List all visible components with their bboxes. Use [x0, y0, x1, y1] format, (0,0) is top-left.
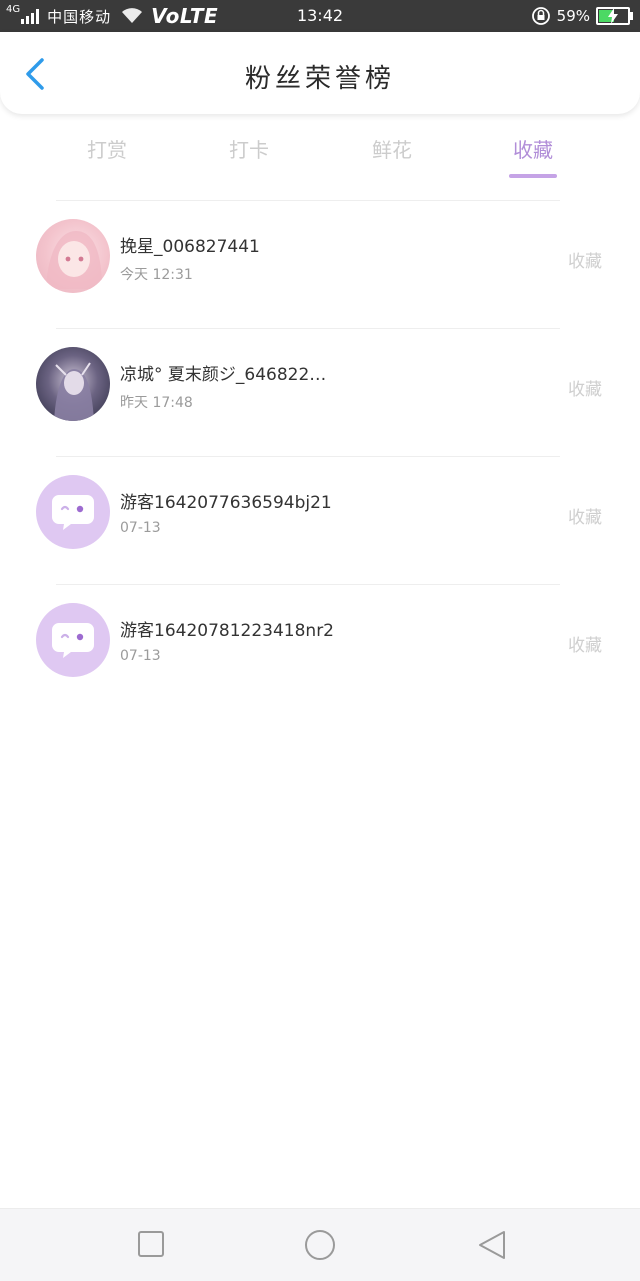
- avatar[interactable]: [36, 219, 110, 293]
- home-circle-icon[interactable]: [302, 1229, 338, 1261]
- pink-anime-avatar-icon: [46, 231, 102, 289]
- guest-chat-bubble-icon: [52, 623, 94, 658]
- app-header: 粉丝荣誉榜: [0, 32, 640, 114]
- recent-apps-square-icon[interactable]: [133, 1229, 169, 1261]
- fan-date: 昨天 17:48: [120, 395, 193, 411]
- system-nav-bar: [0, 1208, 640, 1281]
- tab-favorites[interactable]: 收藏: [483, 134, 583, 163]
- fan-name: 凉城° 夏末颜ジ_646822…: [120, 365, 327, 385]
- battery-icon: [596, 7, 633, 25]
- fan-date: 07-13: [120, 648, 161, 664]
- guest-chat-bubble-icon: [52, 495, 94, 530]
- page-title: 粉丝荣誉榜: [244, 64, 395, 94]
- avatar[interactable]: [36, 475, 110, 549]
- rotation-lock-icon: [531, 7, 550, 25]
- action-label: 收藏: [568, 380, 602, 400]
- action-label: 收藏: [568, 636, 602, 656]
- action-label: 收藏: [568, 252, 602, 272]
- tab-reward[interactable]: 打赏: [57, 134, 157, 163]
- fan-name: 游客16420781223418nr2: [120, 621, 335, 641]
- fan-name: 挽星_006827441: [120, 237, 260, 257]
- avatar[interactable]: [36, 603, 110, 677]
- status-bar: 4G 中国移动 VoLTE 13:42 59%: [0, 0, 640, 32]
- action-label: 收藏: [568, 508, 602, 528]
- status-right: 59%: [531, 6, 633, 26]
- fan-date: 07-13: [120, 520, 161, 536]
- list-item[interactable]: 游客1642077636594bj21 07-13 收藏: [0, 457, 640, 583]
- fan-date: 今天 12:31: [120, 267, 193, 283]
- fan-name: 游客1642077636594bj21: [120, 493, 332, 513]
- list-item[interactable]: 凉城° 夏末颜ジ_646822… 昨天 17:48 收藏: [0, 329, 640, 455]
- tab-bar: 打赏 打卡 鲜花 收藏: [0, 126, 640, 184]
- back-triangle-icon[interactable]: [474, 1229, 510, 1261]
- tab-checkin[interactable]: 打卡: [199, 134, 299, 163]
- tab-flowers[interactable]: 鲜花: [342, 134, 442, 163]
- charging-bolt-icon: [608, 8, 618, 24]
- list-item[interactable]: 挽星_006827441 今天 12:31 收藏: [0, 201, 640, 327]
- avatar[interactable]: [36, 347, 110, 421]
- battery-percent: 59%: [556, 7, 590, 25]
- list-item[interactable]: 游客16420781223418nr2 07-13 收藏: [0, 585, 640, 711]
- active-tab-indicator: [509, 174, 557, 178]
- dark-anime-avatar-icon: [54, 362, 94, 421]
